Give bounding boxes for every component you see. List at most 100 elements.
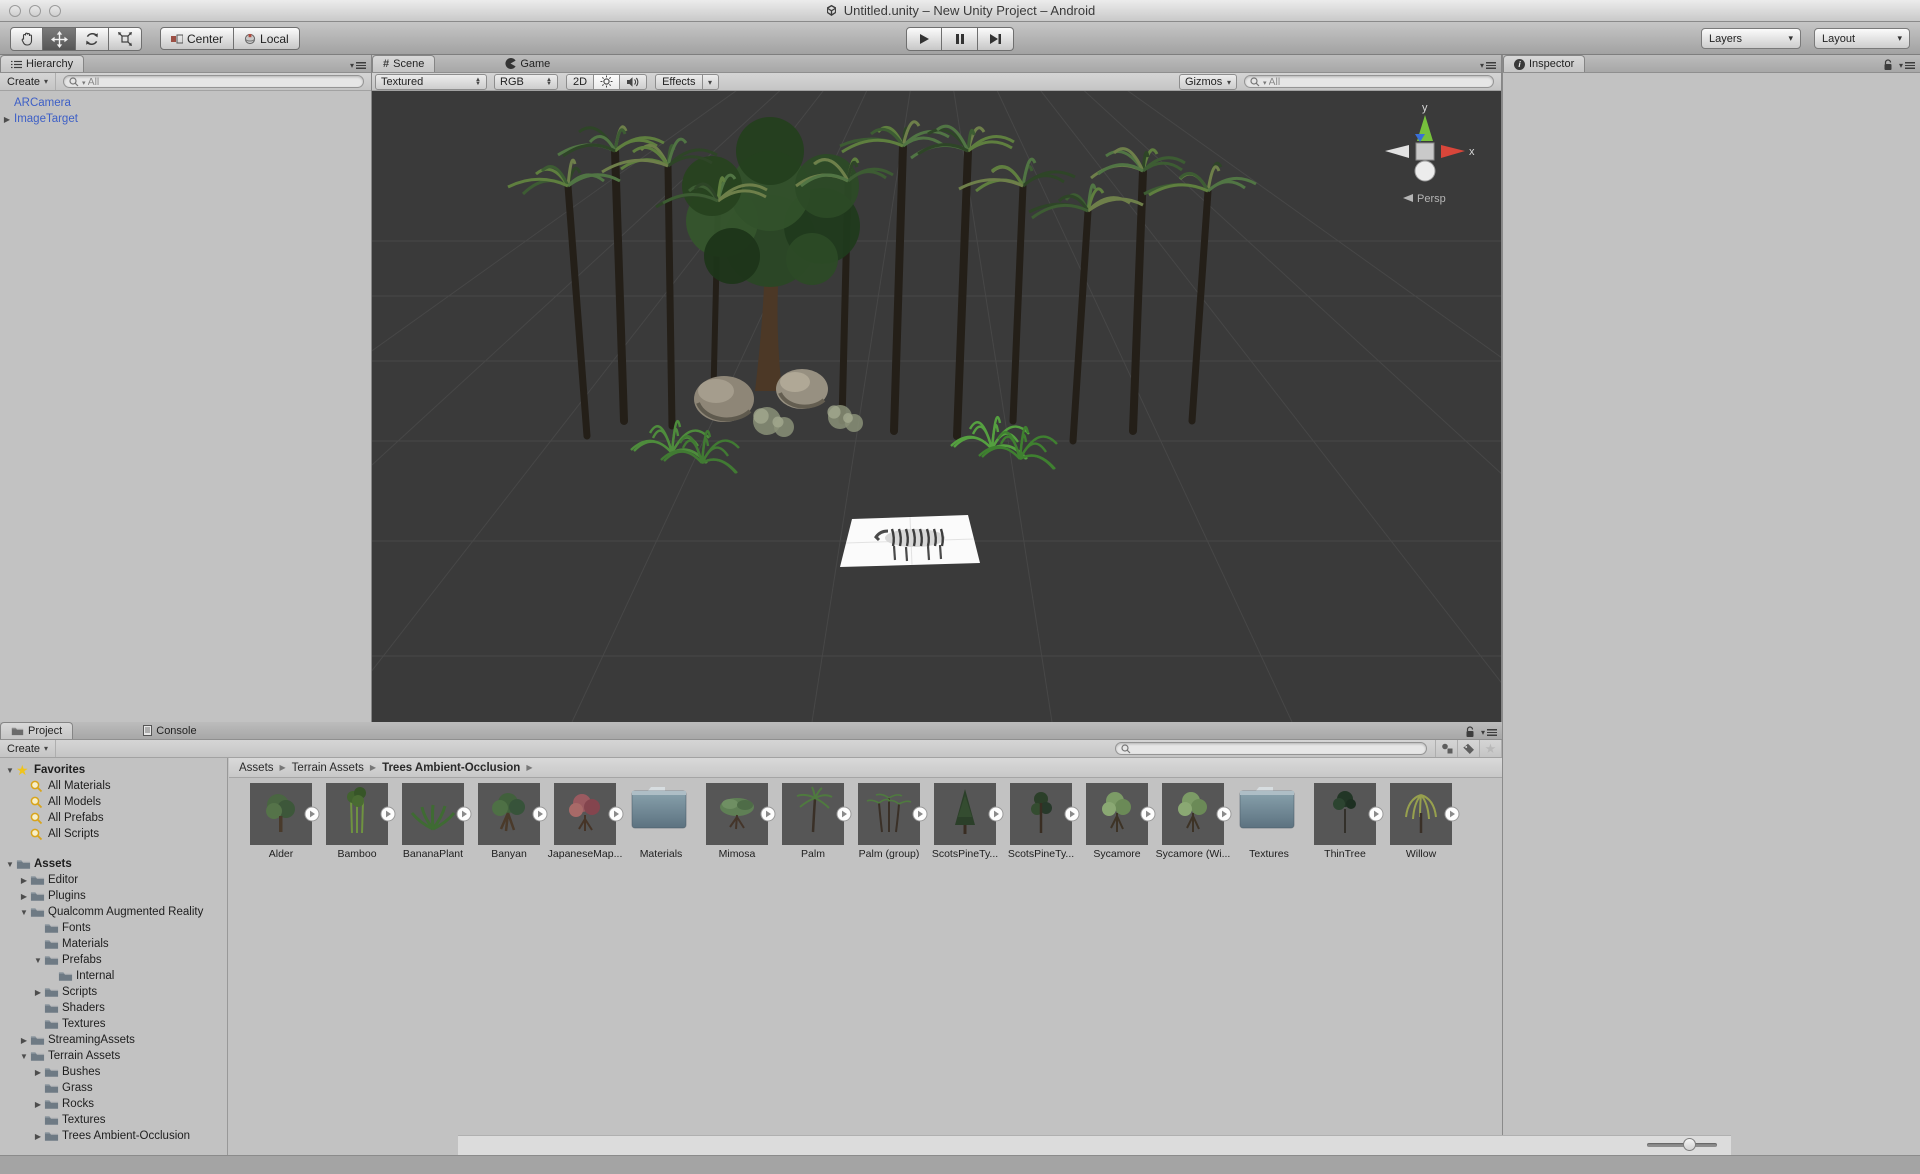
asset-thumbnail[interactable] (402, 783, 464, 845)
scene-panel-menu-button[interactable] (1480, 59, 1496, 71)
tree-item-favorite-search[interactable]: All Models (0, 794, 227, 810)
expand-arrow-icon[interactable]: ▶ (18, 1036, 30, 1045)
hierarchy-search-input[interactable] (88, 76, 358, 88)
tab-console[interactable]: Console (133, 722, 206, 739)
prefab-expand-badge[interactable] (456, 806, 472, 825)
scene-viewport[interactable]: y x Persp (372, 91, 1501, 722)
dropdown-arrow-icon[interactable] (1899, 59, 1903, 71)
asset-item[interactable]: Sycamore (Wi... (1155, 783, 1231, 860)
tree-item-folder[interactable]: ▶Editor (0, 872, 227, 888)
hierarchy-panel-menu-button[interactable] (350, 59, 366, 71)
scene-search[interactable] (1244, 75, 1494, 88)
project-search-input[interactable] (1134, 743, 1421, 755)
menu-lines-icon[interactable] (1905, 62, 1915, 69)
2d-toggle-button[interactable]: 2D (566, 74, 594, 90)
asset-item[interactable]: Mimosa (699, 783, 775, 860)
asset-item[interactable]: JapaneseMap... (547, 783, 623, 860)
tree-item-folder[interactable]: Materials (0, 936, 227, 952)
tree-item-folder[interactable]: ▶Bushes (0, 1064, 227, 1080)
asset-item[interactable]: BananaPlant (395, 783, 471, 860)
tree-item-folder[interactable]: ▼Prefabs (0, 952, 227, 968)
expand-arrow-icon[interactable]: ▶ (32, 1068, 44, 1077)
tree-item-folder[interactable]: ▶Rocks (0, 1096, 227, 1112)
prefab-expand-badge[interactable] (1444, 806, 1460, 825)
asset-item[interactable]: Textures (1231, 783, 1307, 860)
tree-item-folder[interactable]: Fonts (0, 920, 227, 936)
dropdown-arrow-icon[interactable] (1481, 726, 1485, 738)
pause-button[interactable] (942, 27, 978, 51)
breadcrumb-item[interactable]: Assets (239, 762, 274, 774)
prefab-expand-badge[interactable] (912, 806, 928, 825)
asset-item[interactable]: ScotsPineTy... (927, 783, 1003, 860)
prefab-expand-badge[interactable] (1216, 806, 1232, 825)
asset-thumbnail[interactable] (326, 783, 388, 845)
asset-item[interactable]: Willow (1383, 783, 1459, 860)
pivot-center-button[interactable]: Center (160, 27, 234, 50)
hierarchy-item[interactable]: ▶ImageTarget (0, 111, 371, 127)
expand-arrow-icon[interactable]: ▶ (32, 1132, 44, 1141)
lighting-toggle-button[interactable] (594, 74, 620, 90)
close-window-button[interactable] (9, 5, 21, 17)
asset-item[interactable]: Alder (243, 783, 319, 860)
expand-arrow-icon[interactable]: ▶ (32, 1100, 44, 1109)
project-search[interactable] (1115, 742, 1427, 755)
asset-folder-icon[interactable] (1238, 783, 1300, 845)
asset-thumbnail[interactable] (782, 783, 844, 845)
breadcrumb-item[interactable]: Terrain Assets (292, 762, 364, 774)
asset-item[interactable]: ScotsPineTy... (1003, 783, 1079, 860)
tree-item-favorite-search[interactable]: All Scripts (0, 826, 227, 842)
prefab-expand-badge[interactable] (1140, 806, 1156, 825)
prefab-expand-badge[interactable] (988, 806, 1004, 825)
tab-hierarchy[interactable]: Hierarchy (0, 55, 84, 72)
tree-item-folder[interactable]: ▶Trees Ambient-Occlusion (0, 1128, 227, 1144)
asset-thumbnail[interactable] (1162, 783, 1224, 845)
expand-arrow-icon[interactable]: ▶ (18, 876, 30, 885)
effects-button[interactable]: Effects (655, 74, 702, 90)
asset-item[interactable]: Banyan (471, 783, 547, 860)
asset-thumbnail[interactable] (1010, 783, 1072, 845)
play-button[interactable] (906, 27, 942, 51)
tree-item-folder[interactable]: ▶Plugins (0, 888, 227, 904)
asset-item[interactable]: Sycamore (1079, 783, 1155, 860)
filter-by-type-button[interactable] (1436, 740, 1458, 757)
negative-x-axis-cone[interactable] (1385, 145, 1409, 158)
tree-item-folder[interactable]: Shaders (0, 1000, 227, 1016)
prefab-expand-badge[interactable] (760, 806, 776, 825)
gizmo-persp-label[interactable]: Persp (1417, 193, 1446, 205)
expand-arrow-icon[interactable]: ▶ (32, 988, 44, 997)
zoom-window-button[interactable] (49, 5, 61, 17)
hierarchy-item[interactable]: ARCamera (0, 95, 371, 111)
prefab-expand-badge[interactable] (532, 806, 548, 825)
expand-arrow-icon[interactable]: ▼ (18, 908, 30, 917)
asset-item[interactable]: Materials (623, 783, 699, 860)
tree-item-folder[interactable]: ▼Qualcomm Augmented Reality (0, 904, 227, 920)
prefab-expand-badge[interactable] (1368, 806, 1384, 825)
asset-thumbnail[interactable] (858, 783, 920, 845)
asset-item[interactable]: Palm (group) (851, 783, 927, 860)
layers-dropdown[interactable]: Layers (1701, 28, 1801, 49)
expand-arrow-icon[interactable]: ▼ (32, 956, 44, 965)
menu-lines-icon[interactable] (1487, 729, 1497, 736)
rotate-tool-button[interactable] (76, 27, 109, 51)
layout-dropdown[interactable]: Layout (1814, 28, 1910, 49)
asset-thumbnail[interactable] (1390, 783, 1452, 845)
asset-thumbnail[interactable] (934, 783, 996, 845)
gizmo-center-cube[interactable] (1416, 143, 1434, 160)
tree-item-folder[interactable]: ▶Scripts (0, 984, 227, 1000)
tree-item-folder[interactable]: Grass (0, 1080, 227, 1096)
scene-orientation-gizmo[interactable]: y x Persp (1365, 99, 1485, 211)
move-tool-button[interactable] (43, 27, 76, 51)
hierarchy-search[interactable] (63, 75, 364, 88)
prefab-expand-badge[interactable] (1064, 806, 1080, 825)
asset-thumbnail[interactable] (1314, 783, 1376, 845)
lock-icon[interactable] (1883, 59, 1893, 71)
asset-thumbnail[interactable] (706, 783, 768, 845)
tree-item-folder[interactable]: ▼Assets (0, 856, 227, 872)
tree-item-folder[interactable]: ▶StreamingAssets (0, 1032, 227, 1048)
prefab-expand-badge[interactable] (608, 806, 624, 825)
scene-search-input[interactable] (1269, 76, 1488, 88)
asset-item[interactable]: Bamboo (319, 783, 395, 860)
tree-item-folder[interactable]: Internal (0, 968, 227, 984)
zoom-slider-knob[interactable] (1683, 1138, 1696, 1151)
audio-toggle-button[interactable] (620, 74, 647, 90)
